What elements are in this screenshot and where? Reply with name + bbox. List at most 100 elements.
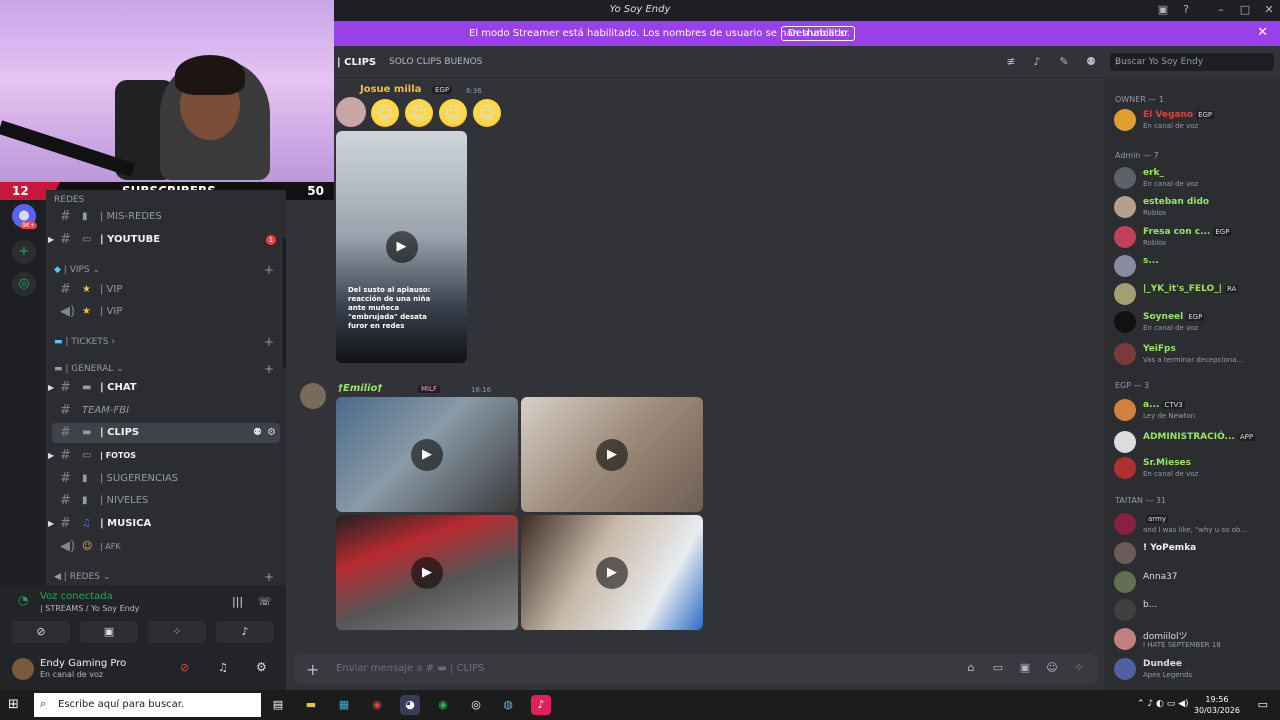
camera-button[interactable]: ⊘ [12,621,70,643]
invite-icon[interactable]: ⚉ [253,423,262,443]
member-item[interactable]: domiilolツ I HATE SEPTEMBER 18 [1114,626,1278,654]
search-input[interactable]: Buscar Yo Soy Endy ⌕ [1110,53,1274,71]
member-item[interactable]: army and I was like, "why u so ob... [1114,511,1278,539]
add-channel-icon[interactable]: + [264,570,274,584]
member-item[interactable]: YeiFps Vas a terminar decepciona... [1114,341,1278,369]
member-item[interactable]: a... CTV3 Ley de Newton [1114,397,1278,425]
laughing-emoji-icon[interactable]: ☺ [405,99,433,127]
member-item[interactable]: Soyneel EGP En canal de voz [1114,309,1278,337]
gear-icon[interactable]: ⚙ [267,423,276,443]
scrollbar[interactable] [283,238,286,368]
windows-start-icon[interactable]: ⊞ [8,697,24,713]
channel-niveles[interactable]: # ▮ | NIVELES [52,491,280,511]
bell-icon[interactable]: ♪ [1030,55,1044,69]
video-attachment[interactable]: ▶ [336,397,518,512]
sticker-icon[interactable]: ▣ [1018,661,1032,677]
channel-vip-2[interactable]: ◀) ★ | VIP [52,302,280,322]
member-item[interactable]: ADMINISTRACIÓ... APP [1114,429,1278,457]
channel-fotos[interactable]: ▶ # ▭ | FOTOS [48,446,280,466]
channel-youtube[interactable]: ▶ # ▭ | YOUTUBE 1 [48,230,280,250]
member-item[interactable]: Anna37 [1114,569,1278,597]
voice-channel[interactable]: | STREAMS / Yo Soy Endy [40,604,140,613]
add-channel-icon[interactable]: + [264,263,274,277]
play-icon[interactable]: ▶ [385,231,418,263]
member-item[interactable]: Sr.Mieses En canal de voz [1114,455,1278,483]
close-window-button[interactable]: ✕ [1261,3,1277,17]
add-server-icon[interactable]: + [12,240,36,264]
channel-afk[interactable]: ◀) ☺ | AFK [52,537,280,557]
message-composer[interactable]: + Enviar mensaje a # ▬ | CLIPS ⌂ ▭ ▣ ☺ ⁘ [294,654,1098,684]
tray-icons[interactable]: ⌃ ♪ ◐ ▭ ◀) [1137,699,1189,709]
category-general[interactable]: ▬ | GENERAL ⌄ + [54,362,274,376]
play-icon[interactable]: ▶ [596,556,628,589]
channel-sugerencias[interactable]: # ▮ | SUGERENCIAS [52,469,280,489]
category-redes-top[interactable]: REDES [54,193,274,207]
soundboard-button[interactable]: ♪ [216,621,274,643]
category-redes[interactable]: ◀ | REDES ⌄ + [54,570,274,584]
category-tickets[interactable]: ▬ | TICKETS › + [54,335,274,349]
play-icon[interactable]: ▶ [411,438,443,471]
members-icon[interactable]: ⚉ [1084,55,1098,69]
channel-chat[interactable]: ▶ # ▬ | CHAT [48,378,280,398]
inbox-icon[interactable]: ▣ [1155,3,1171,17]
channel-clips[interactable]: # ▬ | CLIPS ⚉ ⚙ [52,423,280,443]
clock[interactable]: 19:56 30/03/2026 [1194,694,1240,716]
store-icon[interactable]: ▦ [334,695,354,715]
channel-mis-redes[interactable]: # ▮ | MIS-REDES [52,207,280,227]
add-channel-icon[interactable]: + [264,362,274,376]
member-item[interactable]: b... [1114,597,1278,625]
play-icon[interactable]: ▶ [596,438,628,471]
taskbar-search-input[interactable]: ⌕ Escribe aquí para buscar. [34,693,261,717]
headphones-icon[interactable]: ♫ [218,661,228,674]
channel-vip-1[interactable]: # ★ | VIP [52,280,280,300]
gift-icon[interactable]: ⌂ [964,661,978,677]
activities-button[interactable]: ⁘ [148,621,206,643]
pin-icon[interactable]: ✎ [1057,55,1071,69]
screen-share-button[interactable]: ▣ [80,621,138,643]
member-item[interactable]: ! YoPemka [1114,540,1278,568]
user-name[interactable]: Endy Gaming Pro [40,658,126,669]
gif-icon[interactable]: ▭ [991,661,1005,677]
laughing-emoji-icon[interactable]: ☺ [371,99,399,127]
play-icon[interactable]: ▶ [411,556,443,589]
member-item[interactable]: |_YK_it's_FELO_| RA [1114,281,1278,309]
tiktok-icon[interactable]: ♪ [531,695,551,715]
category-vips[interactable]: ◆ | VIPS ⌄ + [54,263,274,277]
channel-team-fbi[interactable]: # TEAM-FBI [52,401,280,421]
add-attachment-icon[interactable]: + [306,660,319,679]
avatar[interactable] [12,658,34,680]
apps-icon[interactable]: ⁘ [1072,661,1086,677]
member-item[interactable]: Fresa con c... EGP Roblox [1114,224,1278,252]
disable-streamer-button[interactable]: Deshabilitar [781,26,856,41]
threads-icon[interactable]: ≢ [1004,55,1018,69]
laughing-emoji-icon[interactable]: ☺ [439,99,467,127]
member-item[interactable]: erk_ En canal de voz [1114,165,1278,193]
close-banner-icon[interactable]: ✕ [1257,25,1268,40]
member-item[interactable]: Dundee Apex Legends [1114,656,1278,684]
message-author[interactable]: †Emilio† [338,383,382,394]
steam-icon[interactable]: ◍ [498,695,518,715]
member-item[interactable]: esteban dido Roblox [1114,194,1278,222]
spotify-icon[interactable]: ◉ [433,695,453,715]
minimize-button[interactable]: – [1213,3,1229,17]
member-item[interactable]: El Vegano EGP En canal de voz [1114,107,1278,135]
maximize-button[interactable]: □ [1237,3,1253,17]
disconnect-icon[interactable]: ☏ [258,595,272,608]
channel-musica[interactable]: ▶ # ♫ | MUSICA [48,514,280,534]
file-explorer-icon[interactable]: ▬ [301,695,321,715]
help-icon[interactable]: ? [1178,3,1194,17]
add-channel-icon[interactable]: + [264,335,274,349]
noise-suppression-icon[interactable]: ||| [232,595,243,608]
video-attachment[interactable]: ▶ [336,515,518,630]
message-author[interactable]: Josue milla [360,84,421,95]
laughing-emoji-icon[interactable]: ☺ [473,99,501,127]
member-item[interactable]: s... [1114,253,1278,281]
task-view-icon[interactable]: ▤ [268,695,288,715]
settings-icon[interactable]: ⚙ [256,660,267,674]
emoji-icon[interactable]: ☺ [1045,661,1059,677]
notifications-icon[interactable]: ▭ [1258,698,1268,711]
video-attachment[interactable]: ▶ Del susto al aplauso: reacción de una … [336,131,467,363]
avatar[interactable] [300,383,326,409]
explore-icon[interactable]: ◎ [12,272,36,296]
video-attachment[interactable]: ▶ [521,515,703,630]
